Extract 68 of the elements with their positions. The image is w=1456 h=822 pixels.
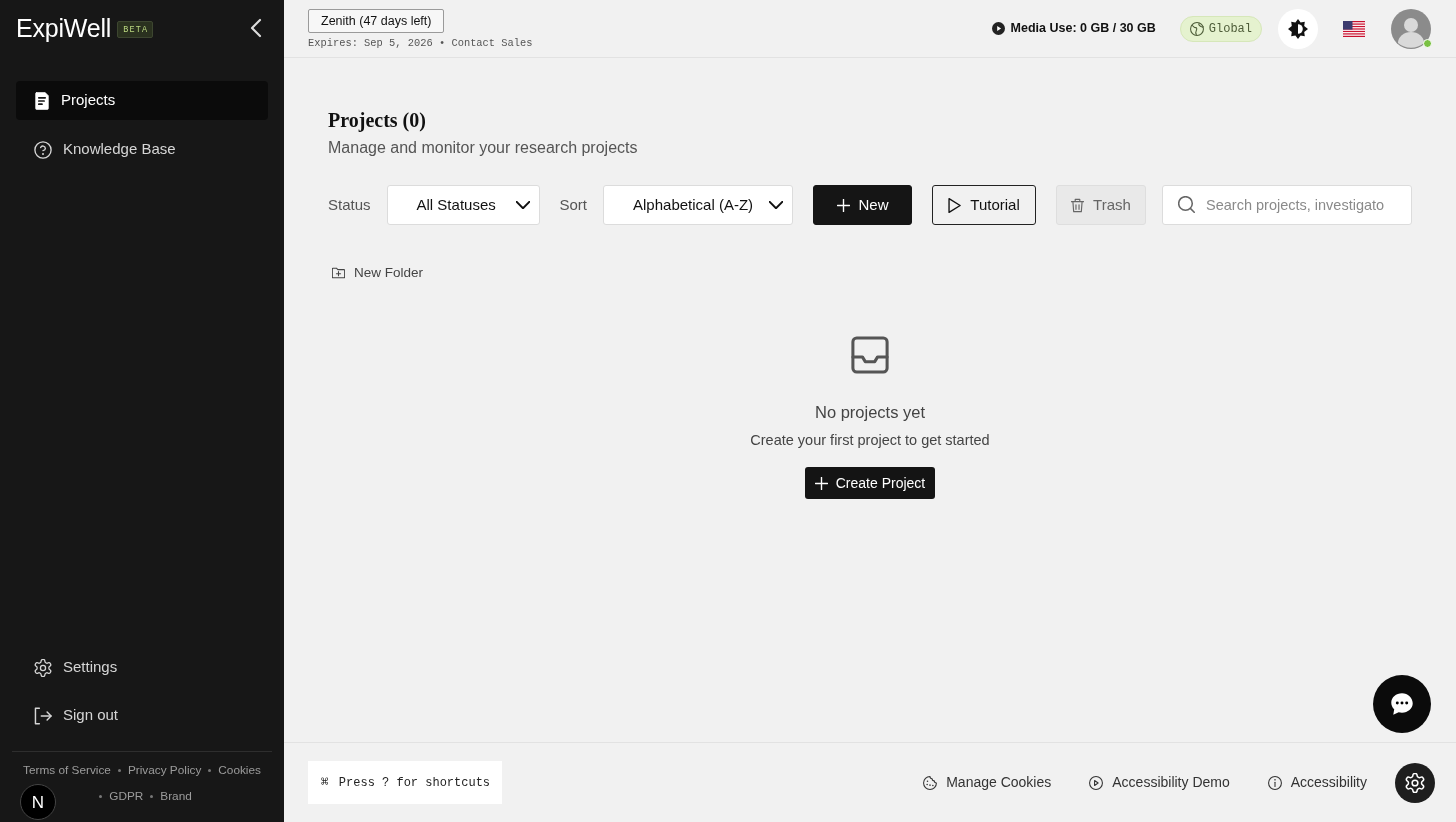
folder-plus-icon [332,267,345,279]
brightness-icon [1288,18,1308,39]
inbox-icon [851,336,889,374]
plus-icon [836,198,850,212]
search-field[interactable]: Search projects, investigato [1162,185,1412,225]
media-usage-text: Media Use: 0 GB / 30 GB [1010,20,1156,38]
new-button[interactable]: New [813,185,912,225]
settings-icon [1405,772,1425,793]
play-icon [948,197,962,213]
filter-label: Status [328,194,371,215]
nav-item[interactable]: Settings [16,648,268,687]
footer-link[interactable]: Privacy Policy [127,757,202,783]
beta-tag: BETA [117,20,154,39]
empty-state-title: No projects yet [814,402,925,422]
chevron-left-icon [250,18,262,38]
status-dropdown[interactable]: All Statuses [386,185,540,225]
create-project-button[interactable]: Create Project [804,467,936,499]
bullet-icon [99,794,103,798]
page-title: Projects (0) [328,108,427,132]
shortcut-hint-text: Press ? for shortcuts [338,774,491,792]
footer-link[interactable]: Terms of Service [23,757,111,783]
bullet-icon [208,768,212,772]
document-icon [34,91,50,110]
tutorial-button[interactable]: Tutorial [932,185,1036,225]
bullet-icon [150,794,154,798]
info-icon [1267,775,1282,790]
region-button[interactable]: Global [1179,15,1262,42]
nav-item[interactable]: Knowledge Base [16,130,268,169]
chevron-down-icon [515,201,530,209]
empty-state-message: Create your first project to get started [750,431,990,449]
search-icon [1178,196,1195,213]
play-circle-icon [1089,775,1104,790]
filter-label: Sort [559,194,588,215]
sort-dropdown[interactable]: Alphabetical (A-Z) [603,185,793,225]
user-avatar[interactable] [1391,8,1431,49]
footer-link[interactable]: Brand [160,783,192,809]
trash-icon [1071,197,1085,213]
app-logo: ExpiWell [16,15,112,41]
footer-link[interactable]: Cookies [218,757,261,783]
globe-icon [1189,21,1204,36]
chat-button[interactable] [1373,675,1431,733]
chat-bubble-icon [1390,693,1414,715]
settings-icon [34,658,52,677]
command-key-icon: ⌘ [321,772,329,793]
plus-icon [814,476,828,490]
theme-toggle-button[interactable] [1278,8,1318,49]
dev-tools-button[interactable]: N [20,784,56,820]
footer-link[interactable]: Accessibility Demo [1089,772,1230,793]
page-subtitle: Manage and monitor your research projects [328,138,639,158]
bullet-icon [117,768,121,772]
plan-button[interactable]: Zenith (47 days left) [308,8,445,33]
nav-item[interactable]: Sign out [16,696,268,735]
footer-link[interactable]: Manage Cookies [923,772,1052,793]
footer-link[interactable]: Accessibility [1267,772,1367,793]
new-folder-button[interactable]: New Folder [328,264,424,282]
collapse-sidebar-button[interactable] [250,18,262,38]
sign-out-icon [34,706,52,725]
flag-icon[interactable] [1343,20,1365,37]
footer-link[interactable]: GDPR [109,783,144,809]
contact-sales-link[interactable]: Contact Sales [451,36,533,49]
play-circle-icon [991,22,1005,35]
nav-item[interactable]: Projects [16,81,268,120]
settings-button[interactable] [1395,762,1435,803]
plan-expiry-text: Expires: Sep 5, 2026 • Contact Sales [308,35,533,50]
help-circle-icon [34,140,52,159]
chevron-down-icon [769,201,783,209]
cookie-icon [923,775,938,790]
trash-button[interactable]: Trash [1056,185,1146,225]
